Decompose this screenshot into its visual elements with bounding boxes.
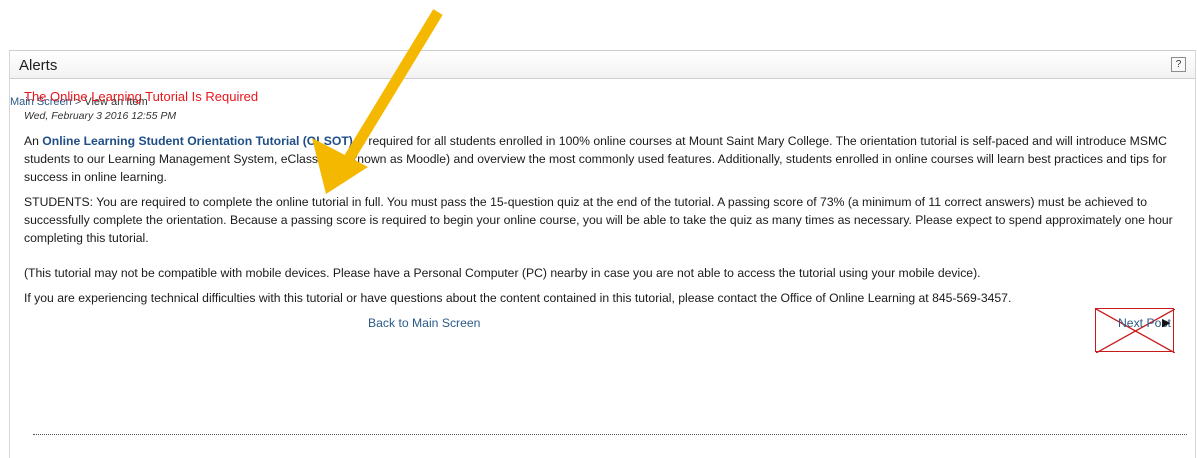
annotation-arrow-icon (312, 9, 443, 194)
page: Alerts ? Main Screen > View an Item The … (0, 0, 1197, 458)
